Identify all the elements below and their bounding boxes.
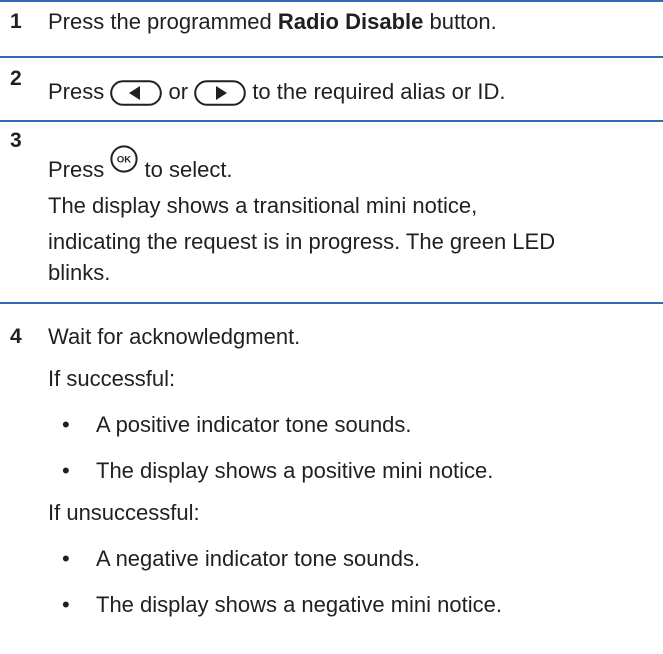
step-text: Press or to the required alias or ID. [48, 77, 505, 107]
bullet: • [62, 592, 70, 617]
step-word: to the required alias or ID. [252, 79, 506, 104]
step-number: 2 [10, 67, 22, 90]
ok-key-icon: OK [110, 145, 138, 173]
step-word: Press [48, 157, 105, 182]
step-word: Press [48, 79, 105, 104]
bullet: • [62, 412, 70, 437]
step-number: 1 [10, 10, 22, 33]
list-item: The display shows a positive mini notice… [96, 458, 494, 483]
step-text: Wait for acknowledgment. [48, 324, 301, 349]
bullet: • [62, 458, 70, 483]
result-label: If successful: [48, 366, 176, 391]
step-number: 4 [10, 325, 22, 348]
step-note-line: The display shows a transitional mini no… [48, 193, 478, 218]
list-item: A positive indicator tone sounds. [96, 412, 412, 437]
ok-key-label: OK [117, 155, 131, 166]
divider [0, 0, 663, 2]
divider [0, 56, 663, 58]
list-item: The display shows a negative mini notice… [96, 592, 502, 617]
result-label: If unsuccessful: [48, 500, 200, 525]
right-arrow-key-icon [194, 80, 246, 106]
step-text-pre: Press the programmed [48, 9, 278, 34]
divider [0, 302, 663, 304]
step-word: to select. [144, 157, 233, 182]
button-name: Radio Disable [277, 9, 424, 34]
step-note-line: blinks. [48, 260, 111, 285]
step-text: Press the programmed Radio Disable butto… [48, 7, 497, 37]
step-word: or [168, 79, 189, 104]
step-note-line: indicating the request is in progress. T… [48, 229, 556, 254]
list-item: A negative indicator tone sounds. [96, 546, 421, 571]
bullet: • [62, 546, 70, 571]
step-text: Press OK to select. [48, 145, 233, 185]
step-text-post: button. [423, 9, 497, 34]
step-number: 3 [10, 129, 22, 152]
divider [0, 120, 663, 122]
left-arrow-key-icon [110, 80, 163, 106]
